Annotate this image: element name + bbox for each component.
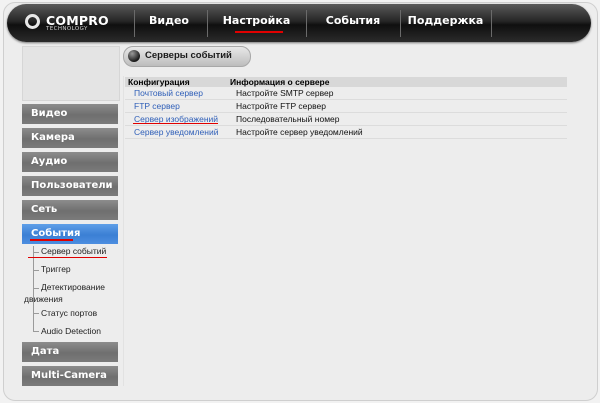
row-info: Настройте FTP сервер	[236, 101, 326, 111]
camera-thumbnail	[22, 46, 120, 101]
page-title: Серверы событий	[145, 50, 232, 61]
tree-connector	[33, 313, 39, 314]
sub-item-motion-detection-cont[interactable]: движения	[24, 294, 63, 304]
row-info: Настройте SMTP сервер	[236, 88, 334, 98]
event-servers-table: Конфигурация Информация о сервере Почтов…	[125, 77, 567, 139]
nav-active-indicator	[235, 31, 283, 33]
table-row: FTP сервер Настройте FTP сервер	[125, 100, 567, 113]
sub-item-trigger[interactable]: Триггер	[41, 264, 71, 274]
sub-item-motion-detection[interactable]: Детектирование	[41, 282, 105, 292]
logo-ring-icon	[25, 14, 40, 29]
nav-tab-support[interactable]: Поддержка	[400, 14, 491, 27]
sub-item-event-server[interactable]: Сервер событий	[41, 246, 106, 256]
row-info: Последовательный номер	[236, 114, 340, 124]
nav-tab-video[interactable]: Видео	[134, 14, 204, 27]
row-highlight-indicator	[133, 123, 218, 124]
tree-connector	[33, 252, 39, 253]
tree-connector	[33, 288, 39, 289]
sidebar-item-events[interactable]: События	[22, 224, 118, 244]
sidebar-item-audio[interactable]: Аудио	[22, 152, 118, 172]
table-row: Сервер уведомлений Настройте сервер увед…	[125, 126, 567, 139]
nav-separator	[491, 10, 492, 37]
column-header-info: Информация о сервере	[230, 77, 330, 87]
tree-connector	[33, 246, 34, 332]
column-header-config: Конфигурация	[128, 77, 190, 87]
bullet-icon	[128, 50, 140, 62]
sidebar-item-camera[interactable]: Камера	[22, 128, 118, 148]
sub-item-audio-detection[interactable]: Audio Detection	[41, 326, 101, 336]
sidebar-active-indicator	[30, 239, 73, 241]
nav-tab-settings[interactable]: Настройка	[207, 14, 306, 27]
table-row: Почтовый сервер Настройте SMTP сервер	[125, 87, 567, 100]
top-nav-bar: COMPRO TECHNOLOGY Видео Настройка Событи…	[7, 4, 591, 42]
table-row: Сервер изображений Последовательный номе…	[125, 113, 567, 126]
content-divider	[123, 76, 124, 386]
tree-connector	[33, 331, 39, 332]
table-header: Конфигурация Информация о сервере	[125, 77, 567, 87]
sidebar-item-video[interactable]: Видео	[22, 104, 118, 124]
sidebar-item-date[interactable]: Дата	[22, 342, 118, 362]
notification-server-link[interactable]: Сервер уведомлений	[134, 127, 218, 137]
sub-item-active-indicator	[28, 257, 107, 258]
row-info: Настройте сервер уведомлений	[236, 127, 363, 137]
sub-item-port-status[interactable]: Статус портов	[41, 308, 97, 318]
sidebar-item-network[interactable]: Сеть	[22, 200, 118, 220]
mail-server-link[interactable]: Почтовый сервер	[134, 88, 203, 98]
sidebar-item-users[interactable]: Пользователи	[22, 176, 118, 196]
ftp-server-link[interactable]: FTP сервер	[134, 101, 180, 111]
tree-connector	[33, 270, 39, 271]
compro-logo[interactable]: COMPRO TECHNOLOGY	[25, 13, 135, 37]
nav-tab-events[interactable]: События	[306, 14, 400, 27]
page-title-badge: Серверы событий	[123, 46, 251, 67]
sidebar-item-multi-camera[interactable]: Multi-Camera	[22, 366, 118, 386]
logo-subtitle: TECHNOLOGY	[46, 26, 88, 32]
